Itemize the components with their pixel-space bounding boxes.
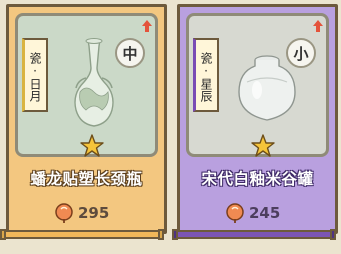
round-jar-icon [238, 55, 296, 121]
bell-coin-icon [55, 203, 73, 223]
bell-coin-icon [226, 203, 244, 223]
category-tag: 瓷·星辰 [193, 38, 219, 112]
item-image-frame: 瓷·星辰 小 [186, 13, 329, 157]
long-neck-vase-icon [74, 38, 114, 127]
star-icon [251, 134, 275, 157]
item-card-1[interactable]: 瓷·日月 中 蟠龙贴塑长颈瓶 295 [6, 4, 167, 234]
price-value: 245 [249, 204, 281, 222]
item-image-frame: 瓷·日月 中 [15, 13, 158, 157]
upgrade-arrow-icon [142, 20, 152, 32]
item-card-2[interactable]: 瓷·星辰 小 宋代白釉米谷罐 245 [177, 4, 338, 234]
item-name: 宋代白釉米谷罐 [201, 170, 314, 188]
item-name: 蟠龙贴塑长颈瓶 [30, 170, 143, 188]
category-tag: 瓷·日月 [22, 38, 48, 112]
upgrade-arrow-icon [313, 20, 323, 32]
price-value: 295 [78, 204, 110, 222]
star-icon [80, 134, 104, 157]
price-tag: 245 [224, 201, 280, 225]
price-tag: 295 [53, 201, 109, 225]
card-rod [172, 229, 336, 240]
card-rod [0, 229, 164, 240]
